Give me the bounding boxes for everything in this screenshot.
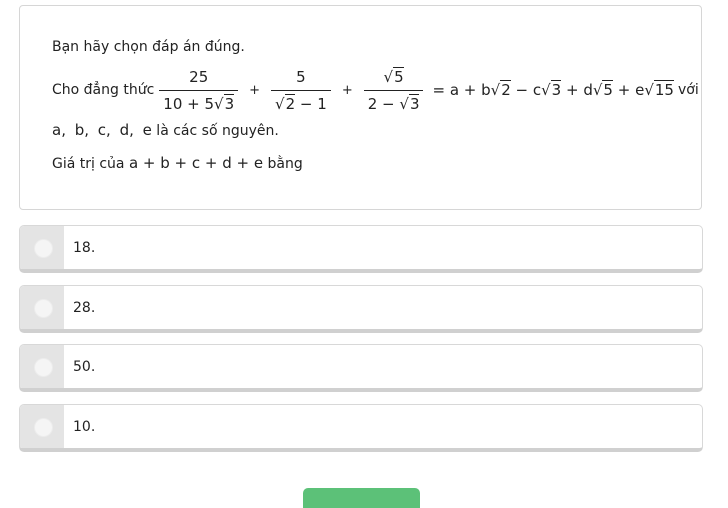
sqrt-symbol: √15 [644,80,674,99]
plus-sign: + [341,82,353,98]
sqrt-symbol: √2 [275,93,296,113]
fraction-1-numerator: 25 [189,67,209,86]
equation-suffix: với [677,82,699,98]
fraction-1-denominator: 10 + 5√3 [159,89,239,113]
answer-option-label: 10. [73,419,96,435]
rhs-term: + e [612,81,645,99]
variables-line: a, b, c, d, e là các số nguyên. [52,121,279,139]
plus-sign: + [249,82,261,98]
fraction-3-den-term: 2 − [367,94,400,113]
answer-option-label: 18. [73,240,96,256]
answer-option-4[interactable]: 10. [19,404,703,452]
fraction-1: 25 10 + 5√3 [159,67,239,113]
rhs-term: = a + b [432,81,491,99]
sqrt-symbol: √3 [214,93,235,113]
radicand: 2 [284,93,296,113]
fraction-1-den-term: 10 + 5 [163,94,215,113]
variables-list: a, b, c, d, e [52,121,152,139]
value-suffix: bằng [263,156,303,172]
answer-option-label: 50. [73,359,96,375]
fraction-2-denominator: √2 − 1 [271,89,331,113]
answer-option-1[interactable]: 18. [19,225,703,273]
equation-rhs: = a + b√2 − c√3 + d√5 + e√15 [432,80,674,99]
fraction-2-numerator: 5 [296,67,306,86]
radio-button[interactable] [34,239,53,258]
answer-option-2[interactable]: 28. [19,285,703,333]
fraction-3-numerator: √5 [380,66,408,90]
value-question-line: Giá trị của a + b + c + d + e bằng [52,154,303,172]
radicand: 3 [408,93,420,113]
sqrt-symbol: √2 [490,80,511,99]
radio-button[interactable] [34,358,53,377]
rhs-term: − c [510,81,542,99]
fraction-3: √5 2 − √3 [363,66,424,113]
radicand: 15 [653,80,674,99]
sqrt-symbol: √3 [399,93,420,113]
sqrt-symbol: √5 [383,66,404,86]
radicand: 5 [393,66,404,86]
variables-suffix: là các số nguyên. [151,123,279,139]
rhs-term: + d [561,81,593,99]
equation-line: Cho đẳng thức 25 10 + 5√3 + 5 √2 − 1 + √… [52,62,699,118]
fraction-2: 5 √2 − 1 [271,68,331,113]
radicand: 5 [602,80,613,99]
submit-button[interactable] [303,488,420,508]
radicand: 3 [550,80,562,99]
fraction-3-denominator: 2 − √3 [363,89,424,113]
value-prefix: Giá trị của [52,156,129,172]
fraction-2-den-term: − 1 [295,94,327,113]
radio-button[interactable] [34,299,53,318]
question-card: Bạn hãy chọn đáp án đúng. Cho đẳng thức … [19,5,702,210]
value-expression: a + b + c + d + e [128,154,264,172]
answer-option-3[interactable]: 50. [19,344,703,392]
radicand: 2 [500,80,511,99]
radicand: 3 [223,93,235,113]
answer-option-label: 28. [73,300,96,316]
radio-button[interactable] [34,418,53,437]
sqrt-symbol: √5 [592,80,613,99]
question-instruction: Bạn hãy chọn đáp án đúng. [52,39,245,55]
sqrt-symbol: √3 [541,80,562,99]
equation-prefix: Cho đẳng thức [52,82,155,98]
